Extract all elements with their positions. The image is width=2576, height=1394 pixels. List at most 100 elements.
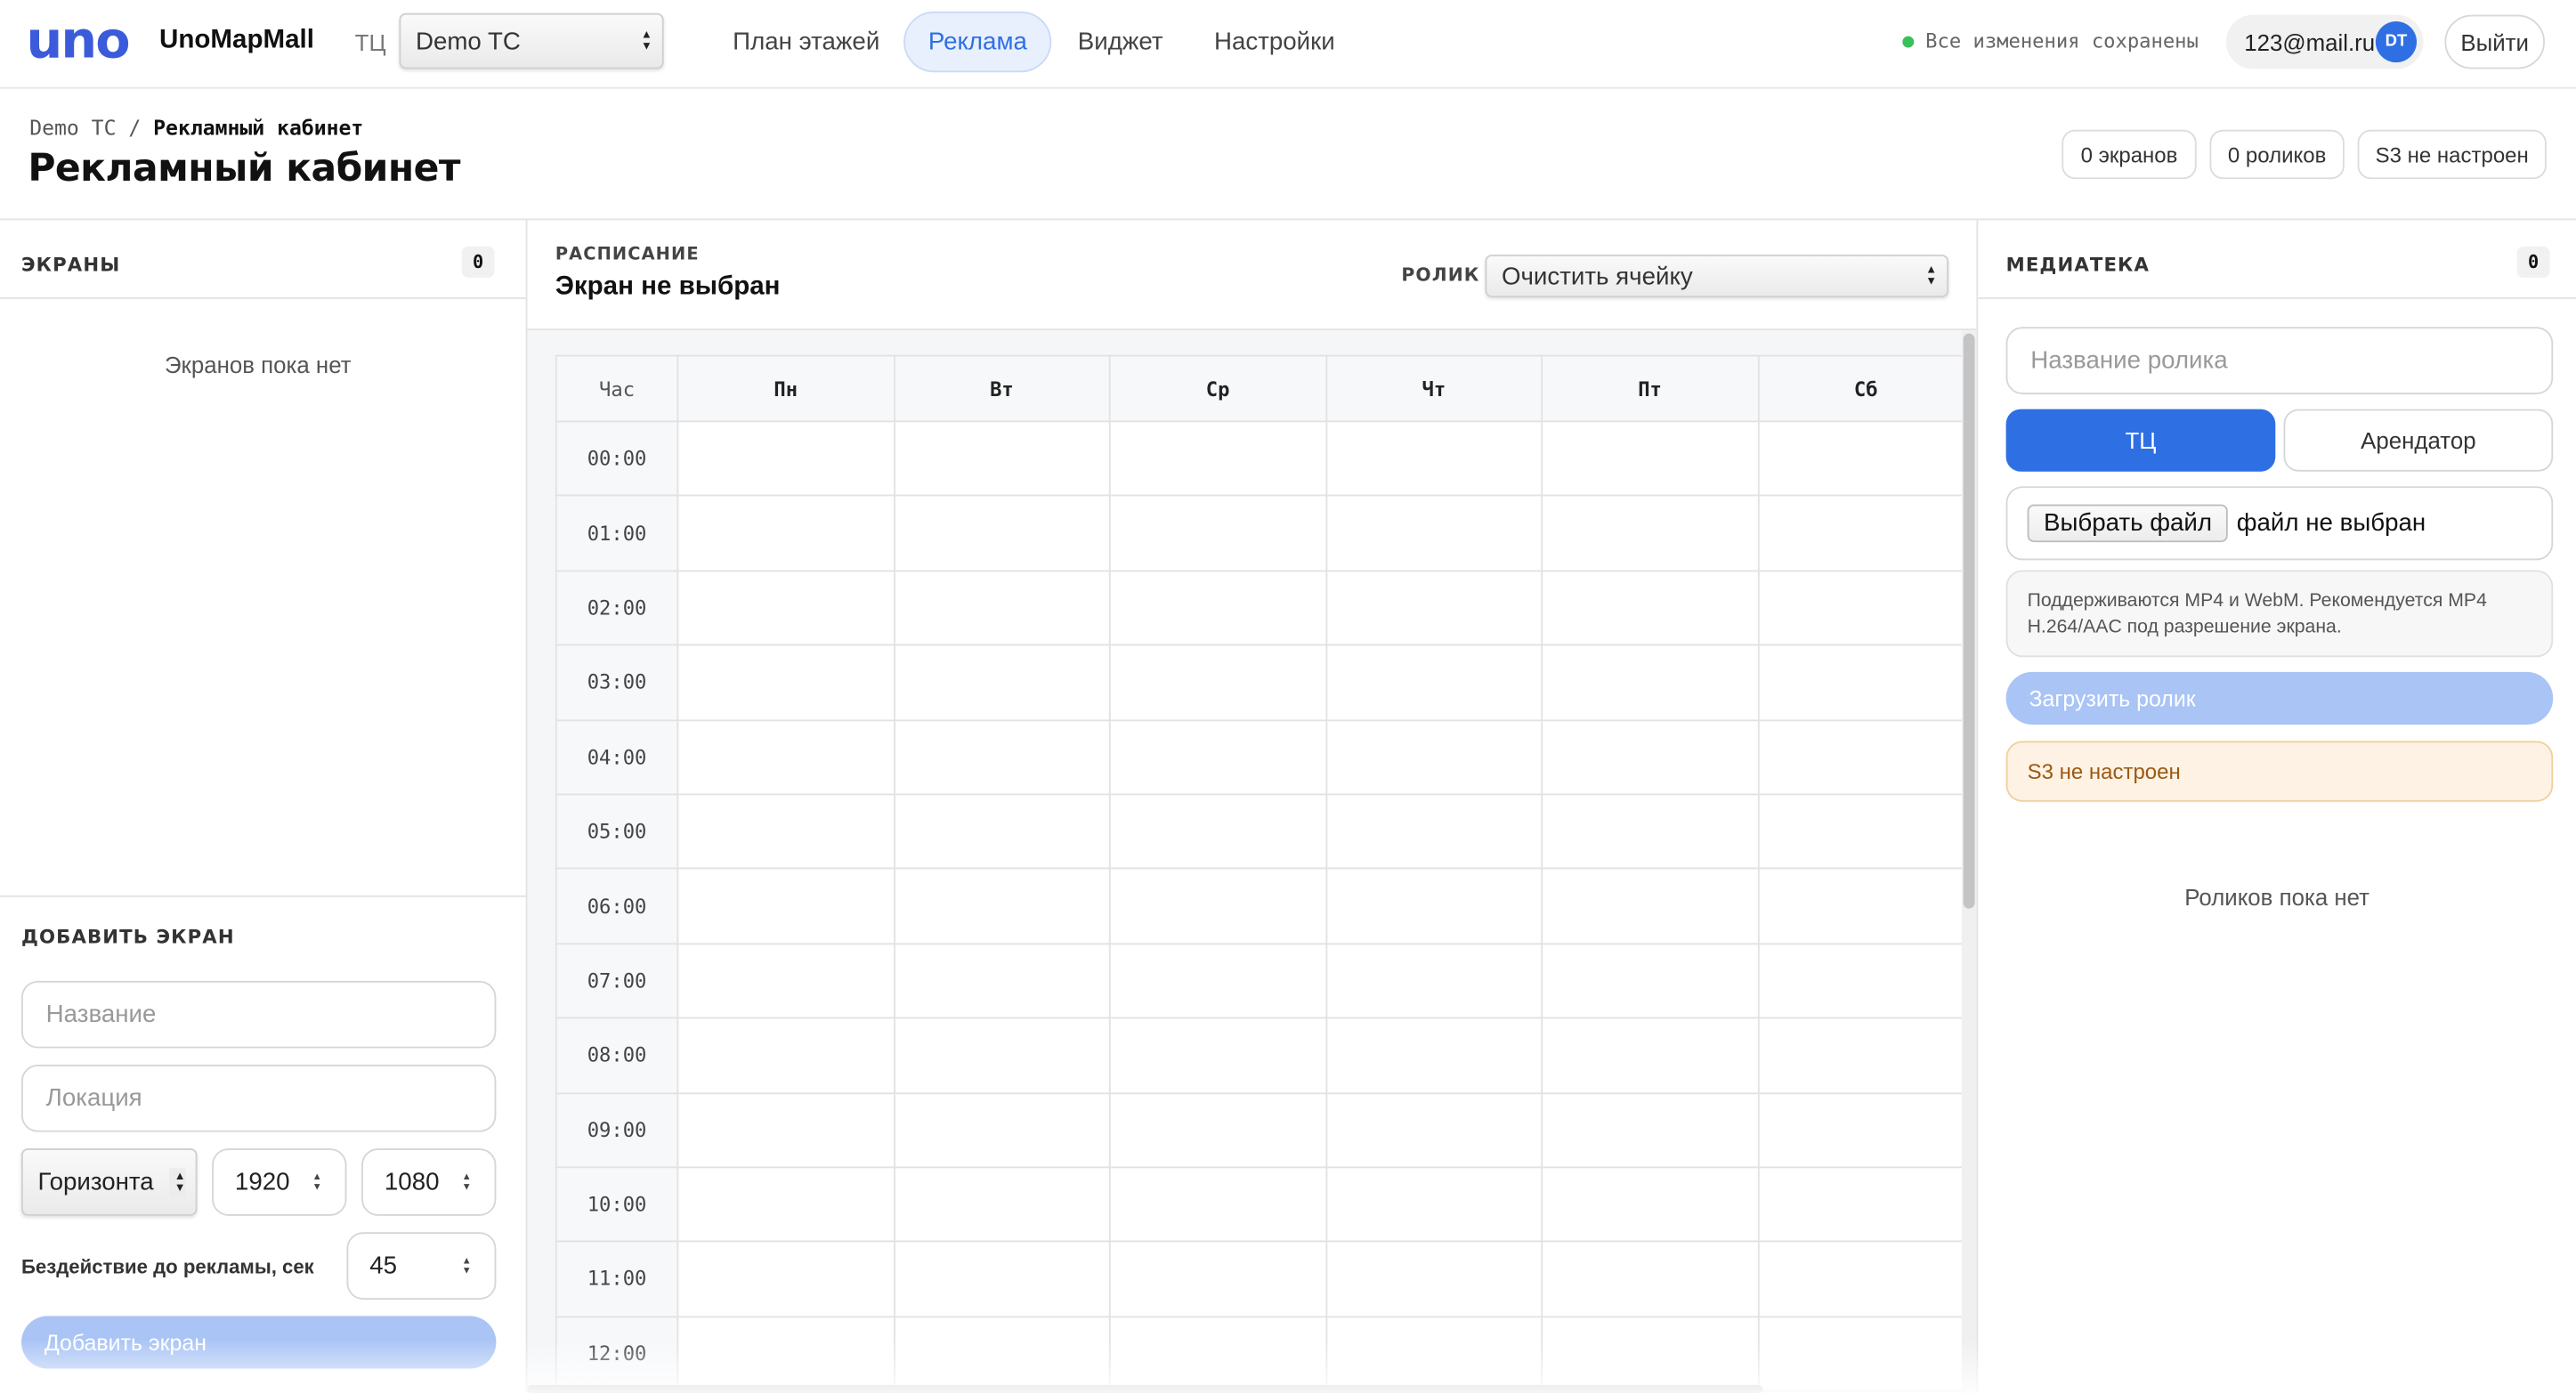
role-select[interactable]: Очистить ячейку ▲ ▼: [1485, 255, 1949, 298]
nav-settings[interactable]: Настройки: [1191, 12, 1357, 72]
schedule-cell[interactable]: [1541, 793, 1759, 871]
schedule-cell[interactable]: [1324, 718, 1543, 796]
nav-widget[interactable]: Виджет: [1055, 12, 1186, 72]
vertical-scroll-thumb[interactable]: [1963, 333, 1975, 909]
schedule-cell[interactable]: [1108, 793, 1327, 871]
schedule-cell[interactable]: [1541, 868, 1759, 944]
schedule-cell[interactable]: [1756, 420, 1975, 498]
schedule-cell[interactable]: [1756, 1017, 1975, 1094]
schedule-cell[interactable]: [1108, 1315, 1327, 1392]
schedule-cell[interactable]: [1324, 942, 1543, 1019]
height-input[interactable]: 1080 ▲ ▼: [361, 1148, 497, 1216]
schedule-cell[interactable]: [1108, 942, 1327, 1019]
schedule-cell[interactable]: [893, 718, 1111, 796]
schedule-cell[interactable]: [1108, 718, 1327, 796]
schedule-cell[interactable]: [1108, 570, 1327, 646]
schedule-cell[interactable]: [893, 570, 1111, 646]
schedule-cell[interactable]: [1108, 644, 1327, 721]
schedule-cell[interactable]: [1756, 1241, 1975, 1317]
schedule-cell[interactable]: [1541, 1166, 1759, 1243]
schedule-cell[interactable]: [1108, 1241, 1327, 1317]
schedule-cell[interactable]: [676, 644, 895, 721]
schedule-cell[interactable]: [1541, 942, 1759, 1019]
schedule-cell[interactable]: [893, 868, 1111, 944]
schedule-cell[interactable]: [676, 1241, 895, 1317]
schedule-cell[interactable]: [676, 495, 895, 571]
schedule-cell[interactable]: [1108, 1091, 1327, 1169]
schedule-cell[interactable]: [1756, 868, 1975, 944]
schedule-cell[interactable]: [1324, 793, 1543, 871]
schedule-cell[interactable]: [893, 1315, 1111, 1392]
schedule-cell[interactable]: [1324, 420, 1543, 498]
schedule-cell[interactable]: [893, 1166, 1111, 1243]
nav-floor-plan[interactable]: План этажей: [709, 12, 903, 72]
vertical-scrollbar[interactable]: [1961, 329, 1977, 1394]
schedule-cell[interactable]: [893, 1017, 1111, 1094]
schedule-cell[interactable]: [893, 1241, 1111, 1317]
schedule-cell[interactable]: [1756, 793, 1975, 871]
tc-select[interactable]: Demo TC ▲ ▼: [399, 12, 664, 69]
schedule-cell[interactable]: [676, 868, 895, 944]
schedule-cell[interactable]: [1756, 495, 1975, 571]
orientation-select[interactable]: Горизонта ▲ ▼: [20, 1148, 198, 1216]
video-name-input[interactable]: Название ролика: [2005, 327, 2554, 394]
stepper-icon[interactable]: ▲ ▼: [462, 1172, 472, 1192]
schedule-cell[interactable]: [1541, 1091, 1759, 1169]
schedule-cell[interactable]: [1541, 718, 1759, 796]
logo[interactable]: uno: [27, 16, 131, 67]
schedule-cell[interactable]: [1108, 420, 1327, 498]
schedule-cell[interactable]: [1324, 1091, 1543, 1169]
schedule-cell[interactable]: [1324, 1241, 1543, 1317]
upload-video-button[interactable]: Загрузить ролик: [2005, 671, 2554, 725]
schedule-cell[interactable]: [1756, 942, 1975, 1019]
schedule-cell[interactable]: [676, 570, 895, 646]
schedule-cell[interactable]: [1108, 868, 1327, 944]
stepper-icon[interactable]: ▲ ▼: [312, 1172, 322, 1192]
add-screen-button[interactable]: Добавить экран: [20, 1316, 497, 1369]
schedule-cell[interactable]: [1541, 1241, 1759, 1317]
schedule-cell[interactable]: [1324, 1017, 1543, 1094]
schedule-cell[interactable]: [676, 718, 895, 796]
screen-name-input[interactable]: Название: [20, 980, 497, 1049]
schedule-cell[interactable]: [1756, 570, 1975, 646]
schedule-cell[interactable]: [1108, 1017, 1327, 1094]
schedule-cell[interactable]: [1541, 1315, 1759, 1392]
schedule-cell[interactable]: [1756, 1091, 1975, 1169]
schedule-cell[interactable]: [676, 1166, 895, 1243]
width-input[interactable]: 1920 ▲ ▼: [212, 1148, 347, 1216]
idle-input[interactable]: 45 ▲ ▼: [346, 1232, 497, 1300]
schedule-cell[interactable]: [893, 793, 1111, 871]
choose-file-button[interactable]: Выбрать файл: [2027, 504, 2229, 543]
schedule-cell[interactable]: [1541, 495, 1759, 571]
user-menu[interactable]: 123@mail.ru DT: [2225, 14, 2424, 69]
breadcrumb-root[interactable]: Demo TC: [29, 115, 116, 140]
schedule-cell[interactable]: [1324, 868, 1543, 944]
logout-button[interactable]: Выйти: [2444, 14, 2545, 69]
schedule-cell[interactable]: [676, 1017, 895, 1094]
schedule-cell[interactable]: [1541, 644, 1759, 721]
schedule-cell[interactable]: [1756, 644, 1975, 721]
schedule-cell[interactable]: [893, 644, 1111, 721]
schedule-cell[interactable]: [676, 942, 895, 1019]
schedule-cell[interactable]: [1541, 420, 1759, 498]
screen-location-input[interactable]: Локация: [20, 1065, 497, 1132]
nav-advertising[interactable]: Реклама: [903, 11, 1052, 73]
schedule-cell[interactable]: [676, 420, 895, 498]
horizontal-scroll-thumb[interactable]: [527, 1384, 1763, 1394]
schedule-cell[interactable]: [676, 1091, 895, 1169]
schedule-cell[interactable]: [1756, 1166, 1975, 1243]
owner-tc-button[interactable]: ТЦ: [2005, 409, 2276, 472]
schedule-cell[interactable]: [893, 495, 1111, 571]
schedule-cell[interactable]: [1541, 1017, 1759, 1094]
schedule-cell[interactable]: [1324, 644, 1543, 721]
schedule-cell[interactable]: [1324, 1315, 1543, 1392]
schedule-cell[interactable]: [1541, 570, 1759, 646]
schedule-cell[interactable]: [893, 420, 1111, 498]
schedule-cell[interactable]: [1108, 1166, 1327, 1243]
schedule-cell[interactable]: [1756, 1315, 1975, 1392]
owner-tenant-button[interactable]: Арендатор: [2283, 409, 2554, 472]
schedule-cell[interactable]: [1324, 495, 1543, 571]
schedule-cell[interactable]: [1324, 570, 1543, 646]
schedule-cell[interactable]: [1756, 718, 1975, 796]
schedule-cell[interactable]: [676, 1315, 895, 1392]
